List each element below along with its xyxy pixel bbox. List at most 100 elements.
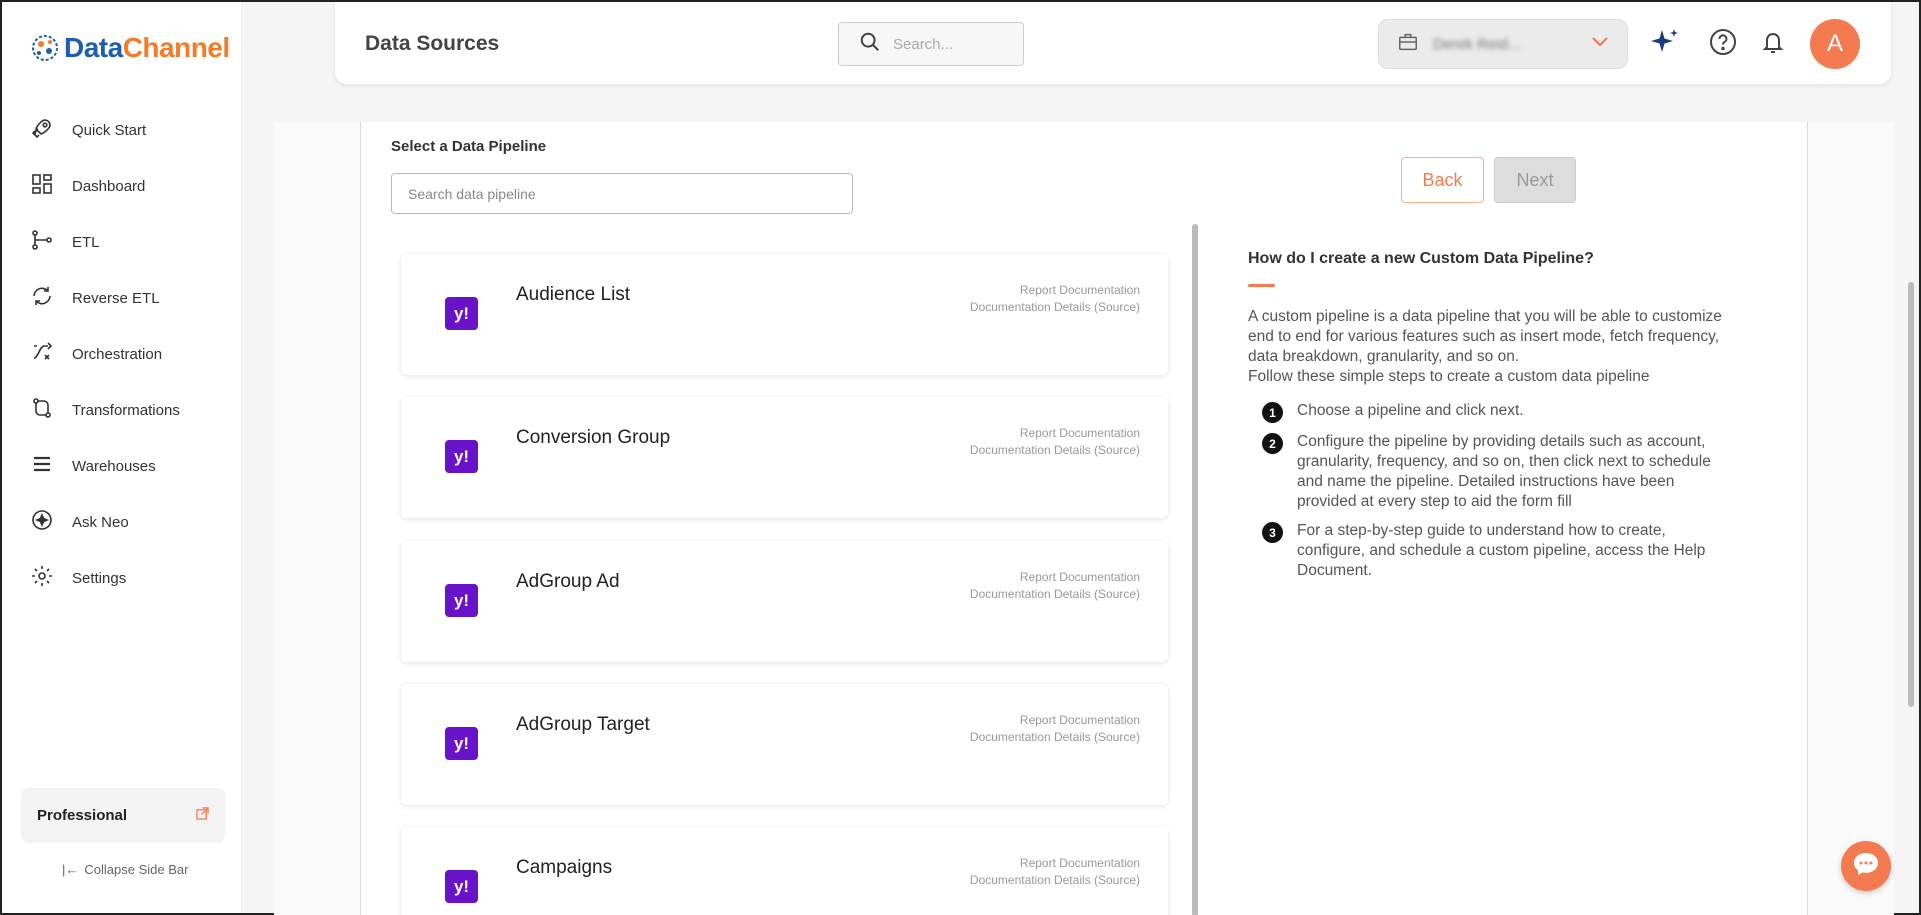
account-name: Derek Reid...	[1433, 35, 1521, 53]
sidebar-item-quick-start[interactable]: Quick Start	[30, 102, 230, 158]
documentation-details-link[interactable]: Documentation Details (Source)	[970, 442, 1140, 459]
help-step: 2 Configure the pipeline by providing de…	[1262, 432, 1738, 512]
logo[interactable]: DataChannel	[30, 32, 230, 64]
section-label: Select a Data Pipeline	[391, 138, 547, 155]
yahoo-logo-icon: y!	[445, 297, 478, 330]
step-number: 3	[1262, 522, 1283, 543]
pipeline-card-campaigns[interactable]: y! Campaigns Report Documentation Docume…	[401, 827, 1168, 915]
sparkles-icon	[1649, 26, 1681, 63]
pipeline-list-scrollbar[interactable]	[1192, 224, 1198, 915]
sidebar: DataChannel Quick Start Dashboard ETL Re…	[2, 2, 242, 913]
yahoo-logo-icon: y!	[445, 727, 478, 760]
collapse-label: Collapse Side Bar	[84, 862, 189, 877]
account-selector[interactable]: Derek Reid...	[1378, 19, 1628, 69]
sidebar-item-dashboard[interactable]: Dashboard	[30, 158, 230, 214]
documentation-details-link[interactable]: Documentation Details (Source)	[970, 299, 1140, 316]
sidebar-item-label: Reverse ETL	[72, 289, 160, 307]
documentation-details-link[interactable]: Documentation Details (Source)	[970, 729, 1140, 746]
help-panel: How do I create a new Custom Data Pipeli…	[1248, 250, 1738, 590]
page-scrollbar[interactable]	[1908, 282, 1914, 707]
pipeline-title: AdGroup Target	[516, 714, 650, 735]
brand-name-part1: Data	[64, 32, 123, 63]
top-header: Data Sources Derek Reid... A	[335, 2, 1891, 84]
report-documentation-link[interactable]: Report Documentation	[970, 569, 1140, 586]
gear-icon	[30, 564, 54, 593]
search-input[interactable]	[893, 35, 1003, 53]
sidebar-item-reverse-etl[interactable]: Reverse ETL	[30, 270, 230, 326]
sidebar-item-label: Warehouses	[72, 457, 156, 475]
help-description: A custom pipeline is a data pipeline tha…	[1248, 308, 1722, 365]
chat-button[interactable]	[1841, 841, 1891, 891]
chat-bubble-icon	[1852, 851, 1880, 882]
next-button[interactable]: Next	[1494, 157, 1576, 203]
step-text: Choose a pipeline and click next.	[1297, 402, 1524, 419]
sidebar-item-label: Orchestration	[72, 345, 163, 363]
orchestration-icon	[30, 340, 54, 369]
sidebar-nav: Quick Start Dashboard ETL Reverse ETL Or…	[30, 102, 230, 606]
sidebar-item-orchestration[interactable]: Orchestration	[30, 326, 230, 382]
report-documentation-link[interactable]: Report Documentation	[970, 712, 1140, 729]
pipeline-title: Conversion Group	[516, 427, 671, 448]
yahoo-logo-icon: y!	[445, 870, 478, 903]
search-icon	[859, 31, 881, 58]
report-documentation-link[interactable]: Report Documentation	[970, 425, 1140, 442]
pipeline-card-adgroup-target[interactable]: y! AdGroup Target Report Documentation D…	[401, 684, 1168, 805]
pipeline-card-adgroup-ad[interactable]: y! AdGroup Ad Report Documentation Docum…	[401, 541, 1168, 662]
plan-label: Professional	[37, 807, 128, 824]
page-title: Data Sources	[365, 32, 500, 55]
chevron-down-icon	[1591, 35, 1609, 53]
help-button[interactable]	[1707, 28, 1739, 60]
sidebar-item-label: Settings	[72, 569, 127, 587]
sidebar-item-transformations[interactable]: Transformations	[30, 382, 230, 438]
sidebar-item-label: Dashboard	[72, 177, 146, 195]
sidebar-item-label: ETL	[72, 233, 100, 251]
sidebar-item-warehouses[interactable]: Warehouses	[30, 438, 230, 494]
step-number: 2	[1262, 433, 1283, 454]
step-text: Configure the pipeline by providing deta…	[1297, 433, 1711, 510]
global-search[interactable]	[838, 22, 1024, 66]
documentation-details-link[interactable]: Documentation Details (Source)	[970, 586, 1140, 603]
documentation-details-link[interactable]: Documentation Details (Source)	[970, 872, 1140, 889]
sidebar-item-etl[interactable]: ETL	[30, 214, 230, 270]
help-step: 1 Choose a pipeline and click next.	[1262, 401, 1738, 423]
brand-name-part2: Channel	[122, 32, 230, 63]
transformations-icon	[30, 396, 54, 425]
briefcase-icon	[1397, 31, 1419, 58]
external-link-icon	[196, 806, 209, 825]
sidebar-item-ask-neo[interactable]: Ask Neo	[30, 494, 230, 550]
collapse-sidebar-button[interactable]: |← Collapse Side Bar	[62, 862, 188, 877]
help-steps-intro: Follow these simple steps to create a cu…	[1248, 368, 1650, 385]
bell-icon	[1761, 29, 1785, 60]
sidebar-item-settings[interactable]: Settings	[30, 550, 230, 606]
help-steps: 1 Choose a pipeline and click next. 2 Co…	[1262, 401, 1738, 581]
datachannel-logo-icon	[30, 33, 60, 63]
user-avatar[interactable]: A	[1810, 19, 1860, 69]
yahoo-logo-icon: y!	[445, 440, 478, 473]
pipeline-title: Audience List	[516, 284, 631, 305]
sparkle-icon	[30, 508, 54, 537]
help-step: 3 For a step-by-step guide to understand…	[1262, 521, 1738, 581]
help-title: How do I create a new Custom Data Pipeli…	[1248, 250, 1594, 267]
pipeline-card-audience-list[interactable]: y! Audience List Report Documentation Do…	[401, 254, 1168, 375]
rocket-icon	[30, 116, 54, 145]
sidebar-item-label: Transformations	[72, 401, 180, 419]
sidebar-item-label: Ask Neo	[72, 513, 129, 531]
pipeline-card-conversion-group[interactable]: y! Conversion Group Report Documentation…	[401, 397, 1168, 518]
dashboard-icon	[30, 172, 54, 201]
report-documentation-link[interactable]: Report Documentation	[970, 282, 1140, 299]
help-title-underline	[1248, 284, 1275, 287]
pipeline-list: y! Audience List Report Documentation Do…	[391, 224, 1190, 915]
ai-sparkle-button[interactable]	[1649, 28, 1681, 60]
etl-icon	[30, 228, 54, 257]
report-documentation-link[interactable]: Report Documentation	[970, 855, 1140, 872]
pipeline-title: Campaigns	[516, 857, 613, 878]
back-button[interactable]: Back	[1401, 157, 1484, 203]
warehouses-icon	[30, 452, 54, 481]
step-number: 1	[1262, 402, 1283, 423]
pipeline-search-input[interactable]	[391, 173, 853, 214]
help-icon	[1709, 28, 1737, 61]
pipeline-title: AdGroup Ad	[516, 571, 620, 592]
step-text: For a step-by-step guide to understand h…	[1297, 522, 1706, 579]
notifications-button[interactable]	[1757, 28, 1789, 60]
plan-badge[interactable]: Professional	[21, 788, 225, 843]
